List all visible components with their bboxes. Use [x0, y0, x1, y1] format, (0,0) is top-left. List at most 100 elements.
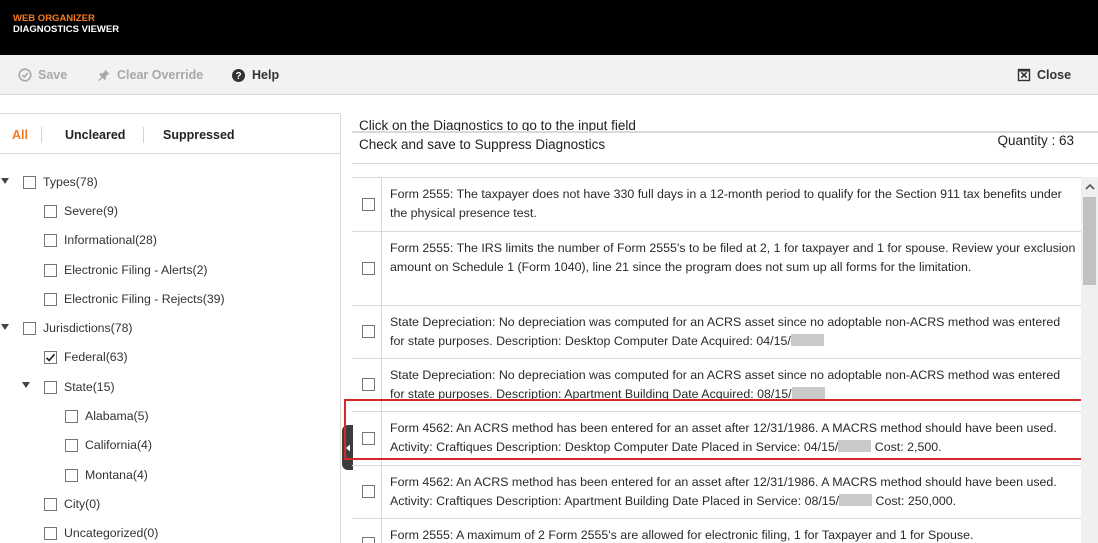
diagnostic-row[interactable]: Form 2555: The IRS limits the number of … [352, 232, 1081, 306]
suppress-checkbox[interactable] [362, 378, 375, 391]
diagnostic-row[interactable]: Form 4562: An ACRS method has been enter… [352, 466, 1081, 519]
redacted-value [790, 334, 824, 346]
scroll-thumb[interactable] [1083, 197, 1096, 285]
tree-node-uncategorized[interactable]: Uncategorized(0) [44, 524, 158, 542]
tree-node-severe[interactable]: Severe(9) [44, 202, 118, 220]
suppress-checkbox[interactable] [362, 261, 375, 275]
brand-line-2: DIAGNOSTICS VIEWER [13, 24, 120, 35]
filter-tab-uncleared[interactable]: Uncleared [65, 128, 125, 142]
checkbox-cell [352, 519, 382, 543]
clear-override-label: Clear Override [117, 68, 204, 82]
checkbox-cell [352, 306, 382, 358]
suppress-checkbox[interactable] [362, 537, 375, 543]
tree-label: California(4) [85, 438, 152, 452]
checkbox[interactable] [65, 409, 78, 423]
suppress-checkbox[interactable] [362, 485, 375, 498]
checkbox[interactable] [65, 438, 78, 452]
message-text: State Depreciation: No depreciation was … [390, 315, 1061, 348]
expand-caret-icon[interactable] [1, 324, 9, 330]
divider [352, 163, 1098, 164]
tree-node-state[interactable]: State(15) [44, 378, 115, 396]
checkbox[interactable] [23, 321, 36, 335]
close-label: Close [1037, 68, 1072, 82]
checkbox[interactable] [44, 233, 57, 247]
checkbox[interactable] [44, 497, 57, 511]
tree-node-ef-rejects[interactable]: Electronic Filing - Rejects(39) [44, 290, 225, 308]
brand-line-1: WEB ORGANIZER [13, 13, 95, 24]
redacted-value [791, 387, 825, 399]
diagnostic-row-highlighted[interactable]: Form 4562: An ACRS method has been enter… [352, 412, 1081, 466]
tree-node-california[interactable]: California(4) [65, 436, 152, 454]
tree-node-informational[interactable]: Informational(28) [44, 231, 157, 249]
diagnostic-row[interactable]: State Depreciation: No depreciation was … [352, 306, 1081, 359]
message-text: Form 4562: An ACRS method has been enter… [390, 421, 1057, 454]
filter-pane: All Uncleared Suppressed Types(78) Sever… [0, 113, 341, 543]
tree-node-types[interactable]: Types(78) [23, 173, 98, 191]
help-icon: ? [231, 68, 246, 83]
tree-label: Montana(4) [85, 468, 148, 482]
tree-node-city[interactable]: City(0) [44, 495, 100, 513]
expand-caret-icon[interactable] [22, 382, 30, 388]
checkbox[interactable] [44, 263, 57, 277]
filter-tab-all[interactable]: All [12, 128, 28, 142]
diagnostic-row[interactable]: Form 2555: The taxpayer does not have 33… [352, 178, 1081, 232]
tree-label: State(15) [64, 380, 115, 394]
checkbox-checked[interactable] [44, 350, 57, 364]
redacted-value [839, 494, 873, 506]
chevron-up-icon [1084, 183, 1095, 190]
message-text: Cost: 2,500. [871, 440, 942, 454]
suppress-checkbox[interactable] [362, 197, 375, 211]
checkbox[interactable] [44, 380, 57, 394]
quantity-count: Quantity : 63 [997, 133, 1074, 148]
message-text: Form 4562: An ACRS method has been enter… [390, 475, 1057, 508]
instruction-text: Check and save to Suppress Diagnostics [359, 137, 606, 152]
redacted-value [838, 440, 872, 452]
diagnostic-message[interactable]: Form 2555: A maximum of 2 Form 2555's ar… [390, 526, 1078, 543]
suppress-checkbox[interactable] [362, 431, 375, 445]
diagnostic-row[interactable]: State Depreciation: No depreciation was … [352, 359, 1081, 412]
expand-caret-icon[interactable] [1, 178, 9, 184]
checkbox[interactable] [23, 175, 36, 189]
tree-node-ef-alerts[interactable]: Electronic Filing - Alerts(2) [44, 261, 208, 279]
scroll-up-button[interactable] [1081, 177, 1098, 195]
tree-label: Uncategorized(0) [64, 526, 159, 540]
filter-tab-suppressed[interactable]: Suppressed [163, 128, 235, 142]
checkbox[interactable] [44, 526, 57, 540]
save-button[interactable]: Save [17, 66, 67, 84]
check-circle-icon [17, 68, 32, 83]
tree-label: Informational(28) [64, 233, 157, 247]
close-button[interactable]: Close [1016, 66, 1071, 84]
tree-label: Federal(63) [64, 350, 128, 364]
tree-label: Jurisdictions(78) [43, 321, 133, 335]
tree-node-alabama[interactable]: Alabama(5) [65, 407, 149, 425]
vertical-scrollbar[interactable] [1081, 177, 1098, 543]
filter-tabs: All Uncleared Suppressed [0, 114, 340, 154]
clear-override-button[interactable]: Clear Override [96, 66, 203, 84]
checkmark-icon [45, 353, 56, 362]
tree-label: Alabama(5) [85, 409, 149, 423]
tree-node-montana[interactable]: Montana(4) [65, 466, 148, 484]
checkbox-cell [352, 466, 382, 518]
pin-icon [96, 68, 111, 83]
tree-node-jurisdictions[interactable]: Jurisdictions(78) [23, 319, 133, 337]
diagnostic-message[interactable]: Form 2555: The IRS limits the number of … [390, 239, 1078, 277]
diagnostics-list: Form 2555: The taxpayer does not have 33… [352, 177, 1081, 543]
checkbox-cell [352, 359, 382, 411]
svg-text:?: ? [235, 71, 241, 82]
diagnostic-message[interactable]: State Depreciation: No depreciation was … [390, 313, 1078, 351]
help-label: Help [252, 68, 280, 82]
diagnostic-row[interactable]: Form 2555: A maximum of 2 Form 2555's ar… [352, 519, 1081, 543]
diagnostic-message[interactable]: Form 4562: An ACRS method has been enter… [390, 419, 1078, 457]
diagnostic-message[interactable]: State Depreciation: No depreciation was … [390, 366, 1078, 404]
checkbox-cell [352, 178, 382, 231]
help-button[interactable]: ? Help [231, 66, 279, 84]
diagnostic-message[interactable]: Form 4562: An ACRS method has been enter… [390, 473, 1078, 511]
checkbox[interactable] [44, 204, 57, 218]
tree-node-federal[interactable]: Federal(63) [44, 348, 128, 366]
checkbox[interactable] [65, 468, 78, 482]
diagnostic-message[interactable]: Form 2555: The taxpayer does not have 33… [390, 185, 1078, 223]
app-brand: WEB ORGANIZER DIAGNOSTICS VIEWER [13, 13, 119, 35]
suppress-checkbox[interactable] [362, 325, 375, 338]
checkbox[interactable] [44, 292, 57, 306]
close-window-icon [1016, 68, 1031, 83]
